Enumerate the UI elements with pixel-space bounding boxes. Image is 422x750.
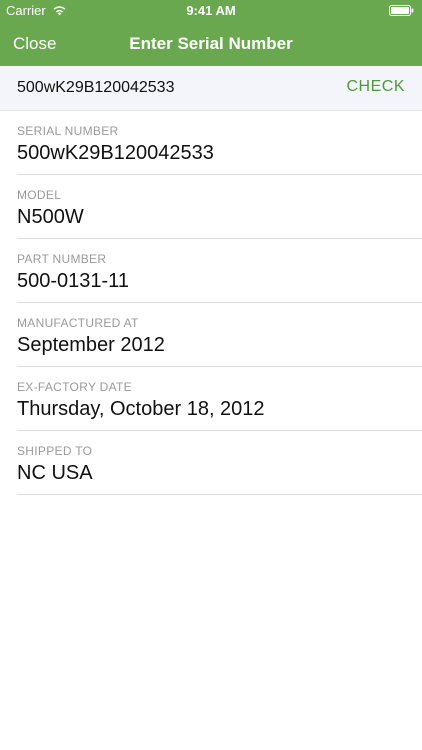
detail-label: EX-FACTORY DATE [17,380,132,394]
detail-label: SERIAL NUMBER [17,124,119,138]
detail-list: SERIAL NUMBER 500wK29B120042533 MODEL N5… [0,111,422,495]
detail-label: MODEL [17,188,62,202]
app-screen: Carrier 9:41 AM Close Enter Serial Numbe… [0,0,422,750]
battery-icon [389,5,414,16]
page-title: Enter Serial Number [129,34,293,53]
check-button[interactable]: CHECK [346,78,405,96]
detail-value: September 2012 [17,334,165,356]
detail-label: MANUFACTURED AT [17,316,139,330]
detail-part-number: PART NUMBER 500-0131-11 [0,239,422,303]
detail-label: PART NUMBER [17,252,107,266]
serial-search-row: CHECK [0,66,422,111]
detail-label: SHIPPED TO [17,444,93,458]
detail-value: NC USA [17,462,93,484]
header: Carrier 9:41 AM Close Enter Serial Numbe… [0,0,422,66]
detail-manufactured-at: MANUFACTURED AT September 2012 [0,303,422,367]
detail-shipped-to: SHIPPED TO NC USA [0,431,422,495]
detail-value: Thursday, October 18, 2012 [17,398,265,420]
status-time: 9:41 AM [186,3,236,18]
detail-value: N500W [17,206,84,228]
detail-ex-factory-date: EX-FACTORY DATE Thursday, October 18, 20… [0,367,422,431]
detail-model: MODEL N500W [0,175,422,239]
navigation-bar: Close Enter Serial Number [0,20,422,66]
detail-value: 500-0131-11 [17,270,129,292]
serial-number-input[interactable] [17,76,317,100]
status-bar: Carrier 9:41 AM [0,0,422,20]
detail-serial-number: SERIAL NUMBER 500wK29B120042533 [0,111,422,175]
detail-value: 500wK29B120042533 [17,142,214,164]
divider [17,494,422,495]
